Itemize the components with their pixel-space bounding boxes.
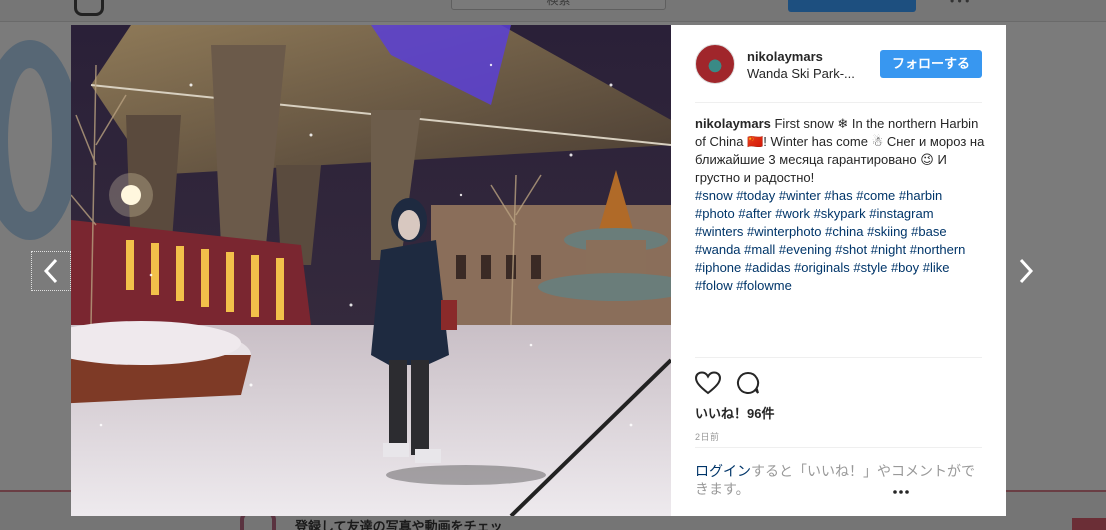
hashtag-link[interactable]: #after	[738, 206, 771, 221]
post-photo-image	[71, 25, 671, 516]
hashtag-link[interactable]: #iphone	[695, 260, 741, 275]
background-decoration	[0, 40, 80, 240]
caption-username[interactable]: nikolaymars	[695, 116, 771, 131]
hashtag-link[interactable]: #like	[923, 260, 950, 275]
login-prompt: ログインすると「いいね！」やコメントができます。	[695, 447, 982, 498]
like-button[interactable]	[695, 370, 721, 396]
hashtag-link[interactable]: #skypark	[814, 206, 866, 221]
post-actions: いいね！96件 2日前	[695, 357, 982, 447]
post-photo[interactable]	[71, 25, 671, 516]
hashtag-link[interactable]: #adidas	[745, 260, 791, 275]
background-search-input: 検索	[451, 0, 666, 10]
hashtag-link[interactable]: #today	[736, 188, 775, 203]
hashtag-link[interactable]: #northern	[910, 242, 966, 257]
hashtag-link[interactable]: #come	[856, 188, 895, 203]
post-header: nikolaymars Wanda Ski Park-... フォローする	[695, 25, 982, 103]
background-footer-text: 登録して友達の写真や動画をチェッ	[295, 519, 503, 530]
avatar[interactable]	[695, 44, 735, 84]
background-header: 検索 • • •	[0, 0, 1106, 22]
post-caption: nikolaymars First snow ❄ In the northern…	[695, 115, 985, 295]
previous-post-button[interactable]	[31, 251, 71, 291]
hashtag-list: #snow #today #winter #has #come #harbin …	[695, 187, 985, 295]
hashtag-link[interactable]: #evening	[779, 242, 832, 257]
hashtag-link[interactable]: #photo	[695, 206, 735, 221]
post-modal: nikolaymars Wanda Ski Park-... フォローする ni…	[71, 25, 1006, 516]
background-menu-icon: • • •	[950, 0, 970, 8]
hashtag-link[interactable]: #folow	[695, 278, 733, 293]
instagram-logo-icon	[74, 0, 104, 16]
hashtag-link[interactable]: #night	[871, 242, 906, 257]
hashtag-link[interactable]: #instagram	[869, 206, 933, 221]
comment-button[interactable]	[735, 370, 761, 396]
post-username[interactable]: nikolaymars	[747, 49, 823, 64]
hashtag-link[interactable]: #harbin	[899, 188, 942, 203]
hashtag-link[interactable]: #originals	[794, 260, 850, 275]
post-sidebar: nikolaymars Wanda Ski Park-... フォローする ni…	[671, 25, 1006, 516]
hashtag-link[interactable]: #china	[825, 224, 863, 239]
more-options-icon	[893, 490, 909, 494]
hashtag-link[interactable]: #folowme	[736, 278, 792, 293]
chevron-left-icon	[43, 258, 58, 284]
follow-button[interactable]: フォローする	[880, 50, 982, 78]
chevron-right-icon	[1019, 258, 1034, 284]
hashtag-link[interactable]: #winter	[779, 188, 821, 203]
hashtag-link[interactable]: #skiing	[867, 224, 907, 239]
comment-icon	[737, 371, 760, 394]
hashtag-link[interactable]: #winters	[695, 224, 743, 239]
hashtag-link[interactable]: #base	[911, 224, 946, 239]
next-post-button[interactable]	[1006, 251, 1046, 291]
hashtag-link[interactable]: #mall	[744, 242, 775, 257]
background-login-button	[788, 0, 916, 12]
hashtag-link[interactable]: #style	[853, 260, 887, 275]
heart-icon	[695, 371, 721, 395]
post-location[interactable]: Wanda Ski Park-...	[747, 66, 855, 81]
hashtag-link[interactable]: #snow	[695, 188, 733, 203]
background-footer-button	[1072, 518, 1106, 530]
hashtag-link[interactable]: #has	[824, 188, 852, 203]
more-options-button[interactable]	[893, 482, 909, 500]
hashtag-link[interactable]: #winterphoto	[747, 224, 821, 239]
likes-count[interactable]: いいね！96件	[695, 403, 774, 422]
login-link[interactable]: ログイン	[695, 463, 751, 479]
hashtag-link[interactable]: #boy	[891, 260, 919, 275]
hashtag-link[interactable]: #work	[775, 206, 810, 221]
hashtag-link[interactable]: #wanda	[695, 242, 741, 257]
post-timestamp: 2日前	[695, 432, 720, 442]
hashtag-link[interactable]: #shot	[835, 242, 867, 257]
